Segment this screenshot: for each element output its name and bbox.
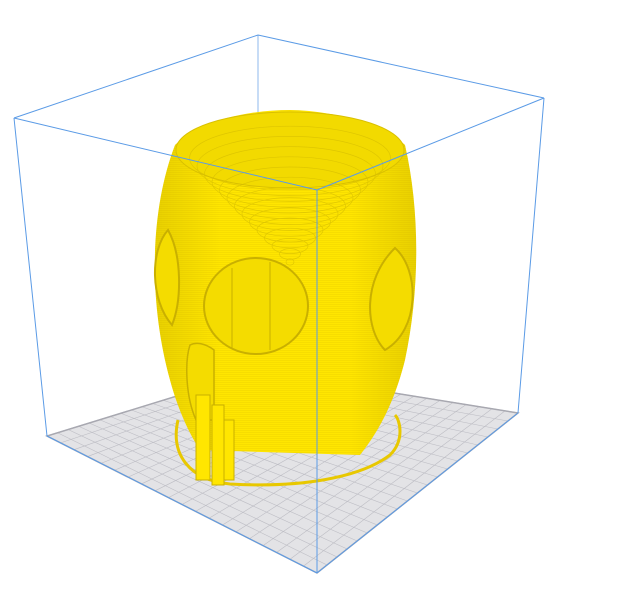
vase-opening [175,111,405,189]
scene-canvas [13,34,545,574]
vase-model [153,110,417,487]
vase-hole-center [203,257,309,355]
3d-viewport[interactable] [0,0,619,598]
